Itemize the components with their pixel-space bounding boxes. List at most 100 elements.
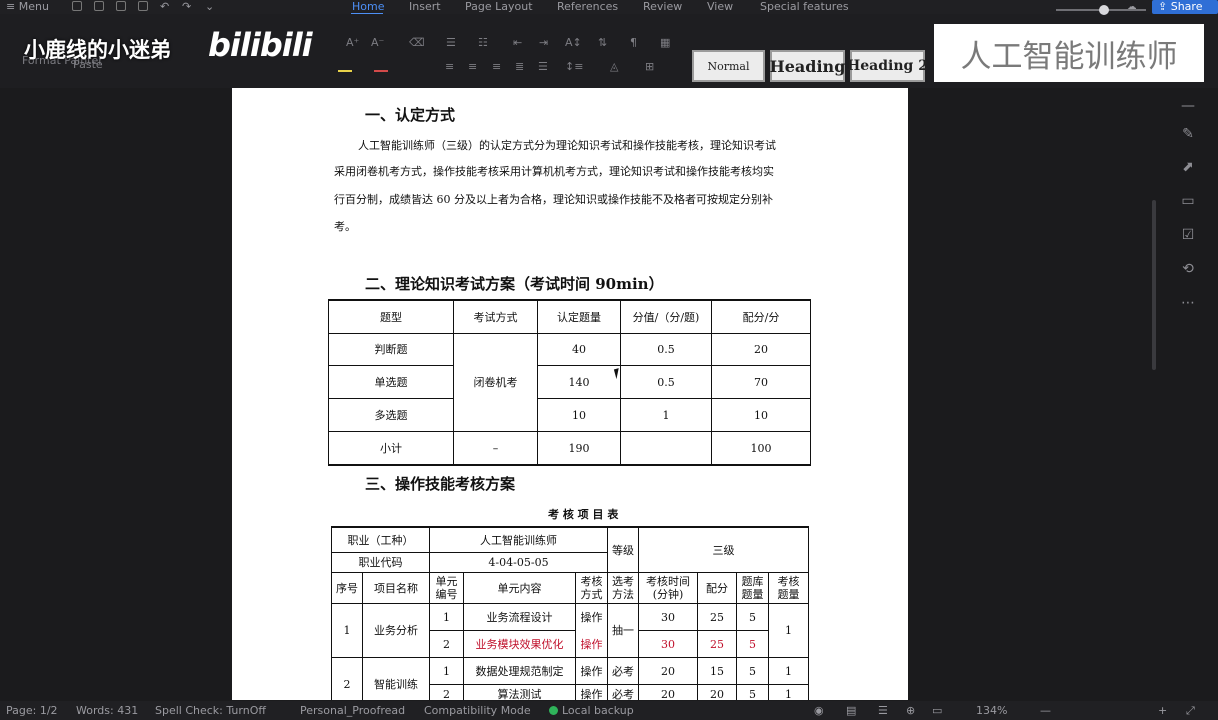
minimize-icon[interactable]: — (1180, 98, 1196, 114)
preview-icon[interactable] (138, 1, 148, 11)
table-cell: 操作 (580, 610, 603, 624)
shape-icon[interactable]: ▭ (1180, 193, 1196, 209)
document-page[interactable]: 一、认定方式 人工智能训练师（三级）的认定方式分为理论知识考试和操作技能考核，理… (232, 88, 908, 700)
table-cell: 5 (749, 687, 756, 701)
table-cell: 人工智能训练师 (480, 533, 557, 547)
eye-protection-icon[interactable]: ◉ (814, 704, 824, 717)
redo-icon[interactable]: ↷ (182, 0, 191, 13)
share-button[interactable]: ⇪ Share (1152, 0, 1218, 14)
word-count[interactable]: Words: 431 (76, 704, 138, 717)
style-heading-1[interactable]: Heading (770, 50, 845, 82)
style-heading-2[interactable]: Heading 2 (847, 50, 928, 82)
cloud-icon[interactable]: ☁ (1126, 0, 1137, 13)
style-normal[interactable]: Normal (692, 50, 765, 82)
bullets-icon[interactable]: ☰ (446, 36, 456, 49)
more-icon[interactable]: ⋯ (1180, 295, 1196, 311)
fit-page-icon[interactable]: ⤢ (1186, 704, 1195, 718)
zoom-out-icon[interactable]: — (1040, 704, 1051, 717)
align-left-icon[interactable]: ≡ (445, 60, 454, 73)
proofread-status[interactable]: Personal_Proofread (300, 704, 405, 717)
text-direction-icon[interactable]: A↕ (565, 36, 582, 49)
zoom-level[interactable]: 134% (976, 704, 1007, 717)
outdent-icon[interactable]: ⇤ (513, 36, 522, 49)
table-cell: 1 (662, 408, 670, 422)
table-cell: 0.5 (657, 343, 675, 356)
table-borders-icon[interactable]: ⊞ (645, 60, 654, 73)
table-header: 考核时间(分钟) (646, 575, 690, 601)
web-view-icon[interactable]: ⊕ (906, 704, 915, 717)
font-grow-icon[interactable]: A⁺ (346, 36, 359, 49)
indent-icon[interactable]: ⇥ (539, 36, 548, 49)
check-icon[interactable]: ☑ (1180, 227, 1196, 243)
table-cell: 1 (785, 624, 792, 637)
table-cell: 20 (710, 687, 724, 701)
line-spacing-icon[interactable]: ↕≡ (565, 60, 583, 73)
table-header: 题库题量 (741, 575, 764, 601)
tab-page-layout[interactable]: Page Layout (465, 0, 533, 13)
table-cell-highlighted: 操作 (580, 637, 603, 651)
local-backup-status[interactable]: Local backup (562, 704, 634, 717)
vertical-scrollbar[interactable] (1152, 200, 1156, 370)
tab-references[interactable]: References (557, 0, 618, 13)
page-view-icon[interactable]: ▤ (846, 704, 856, 717)
paragraph-line: 行百分制，成绩皆达 60 分及以上者为合格，理论知识或操作技能不及格者可按规定分… (334, 193, 773, 206)
outline-view-icon[interactable]: ☰ (878, 704, 888, 717)
clear-format-icon[interactable]: ⌫ (409, 36, 425, 49)
table-cell: 40 (572, 343, 586, 356)
table-cell: – (492, 441, 499, 455)
tab-special-features[interactable]: Special features (760, 0, 849, 13)
menu-label: Menu (18, 0, 49, 13)
sort-icon[interactable]: ⇅ (598, 36, 607, 49)
align-center-icon[interactable]: ≡ (468, 60, 477, 73)
tab-home[interactable]: Home (352, 0, 384, 13)
table-header: 单元内容 (497, 581, 542, 595)
select-icon[interactable]: ⬈ (1180, 159, 1196, 175)
zoom-slider-thumb[interactable] (1099, 5, 1109, 15)
table-cell: 10 (572, 408, 586, 422)
table-cell: 等级 (612, 543, 634, 557)
zoom-in-icon[interactable]: + (1158, 704, 1167, 717)
table-cell: 小计 (380, 441, 402, 455)
file-icon[interactable] (72, 1, 82, 11)
table-header: 项目名称 (374, 581, 418, 595)
save-icon[interactable] (94, 1, 104, 11)
table-header: 配分 (706, 581, 728, 595)
show-marks-icon[interactable]: ¶ (630, 36, 637, 49)
table-header: 配分/分 (742, 310, 780, 324)
table-cell: 1 (443, 664, 450, 678)
table-cell: 三级 (712, 543, 735, 557)
tab-view[interactable]: View (707, 0, 733, 13)
font-color-icon[interactable] (374, 60, 388, 72)
tab-review[interactable]: Review (643, 0, 682, 13)
pen-icon[interactable]: ✎ (1180, 126, 1196, 142)
read-view-icon[interactable]: ▭ (932, 704, 942, 717)
tab-insert[interactable]: Insert (409, 0, 441, 13)
table-cell: 智能训练 (374, 677, 418, 691)
spell-check-toggle[interactable]: Spell Check: TurnOff (155, 704, 266, 717)
shading-icon[interactable]: ◬ (610, 60, 618, 73)
table-cell: 0.5 (657, 375, 675, 389)
chevron-down-icon[interactable]: ⌄ (205, 0, 214, 13)
table-header: 题型 (380, 310, 402, 324)
table-cell: 必考 (612, 687, 634, 701)
table-cell: 单选题 (374, 375, 408, 389)
font-shrink-icon[interactable]: A⁻ (371, 36, 384, 49)
menu-button[interactable]: ≡ Menu (6, 0, 49, 13)
title-banner: 人工智能训练师 (934, 24, 1204, 82)
print-icon[interactable] (116, 1, 126, 11)
align-right-icon[interactable]: ≡ (492, 60, 501, 73)
history-icon[interactable]: ⟲ (1180, 261, 1196, 277)
undo-icon[interactable]: ↶ (160, 0, 169, 13)
border-icon[interactable]: ▦ (660, 36, 670, 49)
numbering-icon[interactable]: ☷ (478, 36, 488, 49)
page-indicator[interactable]: Page: 1/2 (6, 704, 58, 717)
table-cell: 判断题 (374, 343, 408, 356)
table-cell: 2 (443, 637, 450, 651)
table-cell: 10 (754, 408, 768, 422)
table-cell: 操作 (580, 687, 603, 701)
justify-icon[interactable]: ≣ (515, 60, 524, 73)
distribute-icon[interactable]: ☰ (538, 60, 548, 73)
highlight-color-icon[interactable] (338, 60, 352, 72)
table-cell: 职业（工种） (347, 533, 414, 547)
table-header: 考核题量 (777, 575, 800, 601)
